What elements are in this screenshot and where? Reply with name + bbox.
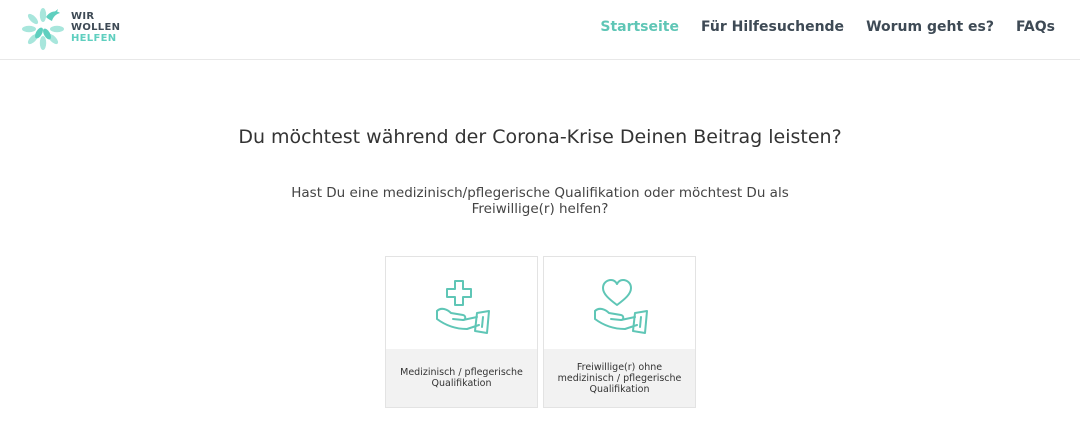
option-card-label: Freiwillige(r) ohne medizinisch / pflege…	[544, 349, 695, 407]
nav-item-fuer-hilfesuchende[interactable]: Für Hilfesuchende	[701, 19, 844, 35]
dove-flower-logo-icon	[22, 8, 64, 50]
logo-line-3: HELFEN	[71, 33, 117, 44]
site-header: WIR WOLLEN HELFEN Startseite Für Hilfesu…	[0, 0, 1080, 60]
nav-item-worum-geht-es[interactable]: Worum geht es?	[866, 19, 994, 35]
option-card-label: Medizinisch / pflegerische Qualifikation	[386, 349, 537, 407]
logo-wordmark: WIR WOLLEN HELFEN	[71, 11, 120, 44]
hand-with-heart-icon	[594, 279, 648, 334]
subtitle-line-1: Hast Du eine medizinisch/pflegerische Qu…	[291, 185, 789, 201]
page-title: Du möchtest während der Corona-Krise Dei…	[238, 126, 842, 148]
nav-item-faqs[interactable]: FAQs	[1016, 19, 1055, 35]
nav-item-startseite[interactable]: Startseite	[600, 19, 679, 35]
option-card-icon-area	[386, 257, 537, 349]
subtitle-line-2: Freiwillige(r) helfen?	[471, 201, 609, 217]
option-card-icon-area	[544, 257, 695, 349]
logo-line-1: WIR	[71, 11, 95, 22]
site-logo[interactable]: WIR WOLLEN HELFEN	[22, 7, 142, 51]
hand-with-cross-icon	[436, 280, 490, 334]
page-subtitle: Hast Du eine medizinisch/pflegerische Qu…	[260, 185, 820, 217]
option-card-medical[interactable]: Medizinisch / pflegerische Qualifikation	[385, 256, 538, 408]
logo-line-2: WOLLEN	[71, 22, 121, 33]
main-nav: Startseite Für Hilfesuchende Worum geht …	[578, 19, 1055, 35]
option-card-volunteer[interactable]: Freiwillige(r) ohne medizinisch / pflege…	[543, 256, 696, 408]
